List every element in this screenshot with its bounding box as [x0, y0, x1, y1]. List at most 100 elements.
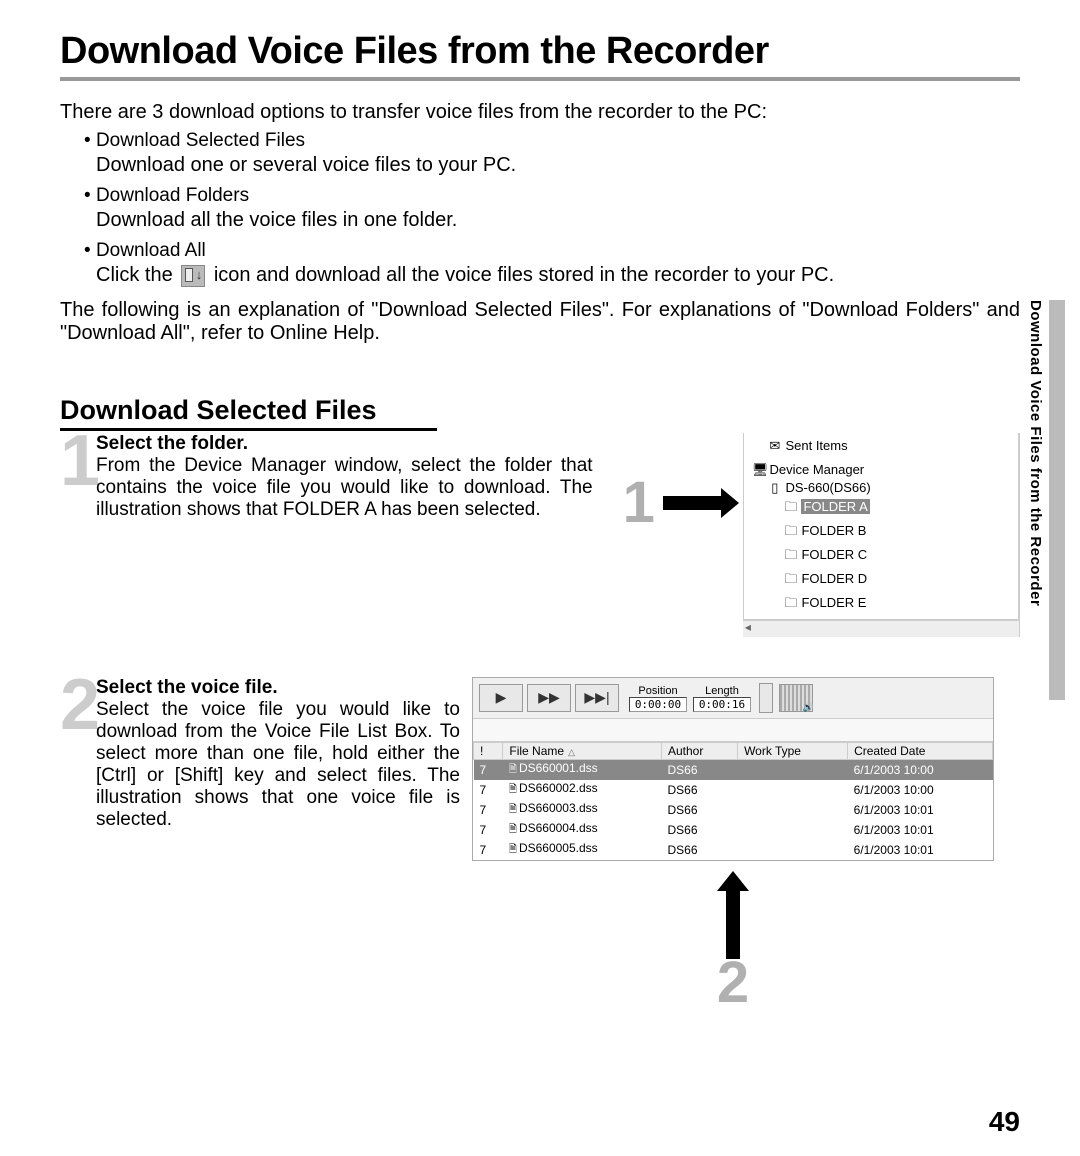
tree-item-sent-items[interactable]: ✉ Sent Items [752, 437, 1014, 455]
tree-item-device-manager[interactable]: 🖥 Device Manager [752, 461, 1014, 479]
audio-file-icon: 🗎 [509, 764, 517, 775]
table-row[interactable]: 7 🗎DS660002.dss DS66 6/1/2003 10:00 [474, 780, 993, 800]
cell-author: DS66 [661, 820, 737, 840]
cell-priority: 7 [474, 760, 503, 781]
speed-slider[interactable] [759, 683, 773, 713]
cell-worktype [738, 760, 848, 781]
folder-icon: 🗀 [784, 594, 798, 616]
download-all-icon [181, 265, 205, 287]
table-row[interactable]: 7 🗎DS660001.dss DS66 6/1/2003 10:00 [474, 760, 993, 781]
cell-priority: 7 [474, 820, 503, 840]
cell-priority: 7 [474, 800, 503, 820]
tree-item-folder-e[interactable]: 🗀 FOLDER E [752, 593, 1014, 617]
explain-text: The following is an explanation of "Down… [60, 299, 1020, 345]
tree-item-folder-a[interactable]: 🗀 FOLDER A [752, 497, 1014, 521]
side-tab-bar [1049, 300, 1065, 700]
bullet-desc-3: Click the icon and download all the voic… [96, 264, 1020, 287]
table-row[interactable]: 7 🗎DS660005.dss DS66 6/1/2003 10:01 [474, 840, 993, 860]
cell-created: 6/1/2003 10:01 [848, 800, 993, 820]
callout-number-2: 2 [472, 959, 994, 1007]
tree-label: FOLDER D [801, 571, 867, 586]
position-label: Position [638, 685, 677, 697]
cell-worktype [738, 800, 848, 820]
table-row[interactable]: 7 🗎DS660004.dss DS66 6/1/2003 10:01 [474, 820, 993, 840]
cell-author: DS66 [661, 780, 737, 800]
cell-author: DS66 [661, 840, 737, 860]
bullet-title-3: Download All [84, 240, 1020, 262]
scrollbar[interactable] [743, 620, 1019, 637]
bullet-desc-3-pre: Click the [96, 264, 178, 286]
volume-icon[interactable] [779, 684, 813, 712]
audio-file-icon: 🗎 [509, 844, 517, 855]
side-section-label: Download Voice Files from the Recorder [1027, 300, 1044, 606]
folder-icon: 🗀 [784, 522, 798, 544]
length-value: 0:00:16 [693, 697, 751, 712]
tree-item-folder-c[interactable]: 🗀 FOLDER C [752, 545, 1014, 569]
col-priority[interactable]: ! [474, 743, 503, 760]
callout-number-1: 1 [623, 483, 655, 523]
bullet-title-2: Download Folders [84, 185, 1020, 207]
bullet-desc-1: Download one or several voice files to y… [96, 154, 1020, 177]
cell-created: 6/1/2003 10:00 [848, 760, 993, 781]
cell-author: DS66 [661, 800, 737, 820]
cell-author: DS66 [661, 760, 737, 781]
arrow-right-icon [663, 496, 723, 510]
bullet-title-1: Download Selected Files [84, 130, 1020, 152]
audio-file-icon: 🗎 [509, 804, 517, 815]
step-2-text: Select the voice file you would like to … [96, 699, 460, 831]
page-number: 49 [989, 1106, 1020, 1138]
col-created[interactable]: Created Date [848, 743, 993, 760]
bullet-desc-2: Download all the voice files in one fold… [96, 209, 1020, 232]
tree-label: FOLDER E [801, 595, 866, 610]
step-1-text: From the Device Manager window, select t… [96, 455, 593, 521]
bullet-desc-3-post: icon and download all the voice files st… [214, 264, 834, 286]
arrow-up-icon [726, 889, 740, 959]
tree-label: Sent Items [785, 438, 847, 453]
position-value: 0:00:00 [629, 697, 687, 712]
tree-label: Device Manager [769, 462, 864, 477]
tree-label: FOLDER B [801, 523, 866, 538]
sort-asc-icon: △ [568, 747, 575, 757]
length-label: Length [705, 685, 739, 697]
next-track-button[interactable]: ▶▶| [575, 684, 619, 712]
cell-worktype [738, 780, 848, 800]
step-number-2: 2 [60, 677, 94, 831]
cell-filename: 🗎DS660005.dss [503, 840, 662, 860]
tree-item-folder-d[interactable]: 🗀 FOLDER D [752, 569, 1014, 593]
col-filename[interactable]: File Name△ [503, 743, 662, 760]
col-worktype[interactable]: Work Type [738, 743, 848, 760]
table-row[interactable]: 7 🗎DS660003.dss DS66 6/1/2003 10:01 [474, 800, 993, 820]
tree-item-device[interactable]: ▯ DS-660(DS66) [752, 479, 1014, 497]
intro-text: There are 3 download options to transfer… [60, 101, 1020, 124]
device-manager-icon: 🖥 [752, 462, 766, 478]
folder-icon: 🗀 [784, 570, 798, 592]
divider [60, 77, 1020, 81]
cell-filename: 🗎DS660003.dss [503, 800, 662, 820]
tree-label: FOLDER C [801, 547, 867, 562]
col-author[interactable]: Author [661, 743, 737, 760]
page-title: Download Voice Files from the Recorder [60, 30, 1020, 73]
cell-priority: 7 [474, 840, 503, 860]
cell-created: 6/1/2003 10:01 [848, 820, 993, 840]
play-button[interactable]: ▶ [479, 684, 523, 712]
mail-icon: ✉ [768, 438, 782, 454]
cell-worktype [738, 840, 848, 860]
step-number-1: 1 [60, 433, 94, 521]
cell-worktype [738, 820, 848, 840]
recorder-icon: ▯ [768, 480, 782, 496]
step-1-title: Select the folder. [96, 433, 593, 455]
cell-filename: 🗎DS660001.dss [503, 760, 662, 781]
tree-item-folder-b[interactable]: 🗀 FOLDER B [752, 521, 1014, 545]
cell-filename: 🗎DS660002.dss [503, 780, 662, 800]
audio-file-icon: 🗎 [509, 824, 517, 835]
device-manager-tree: ✉ Sent Items 🖥 Device Manager ▯ DS-660(D… [743, 433, 1020, 637]
step-2-title: Select the voice file. [96, 677, 460, 699]
tree-label: FOLDER A [801, 499, 869, 514]
tree-label: DS-660(DS66) [785, 480, 870, 495]
cell-filename: 🗎DS660004.dss [503, 820, 662, 840]
cell-created: 6/1/2003 10:01 [848, 840, 993, 860]
cell-priority: 7 [474, 780, 503, 800]
section-title: Download Selected Files [60, 395, 437, 431]
folder-icon: 🗀 [784, 546, 798, 568]
fast-forward-button[interactable]: ▶▶ [527, 684, 571, 712]
